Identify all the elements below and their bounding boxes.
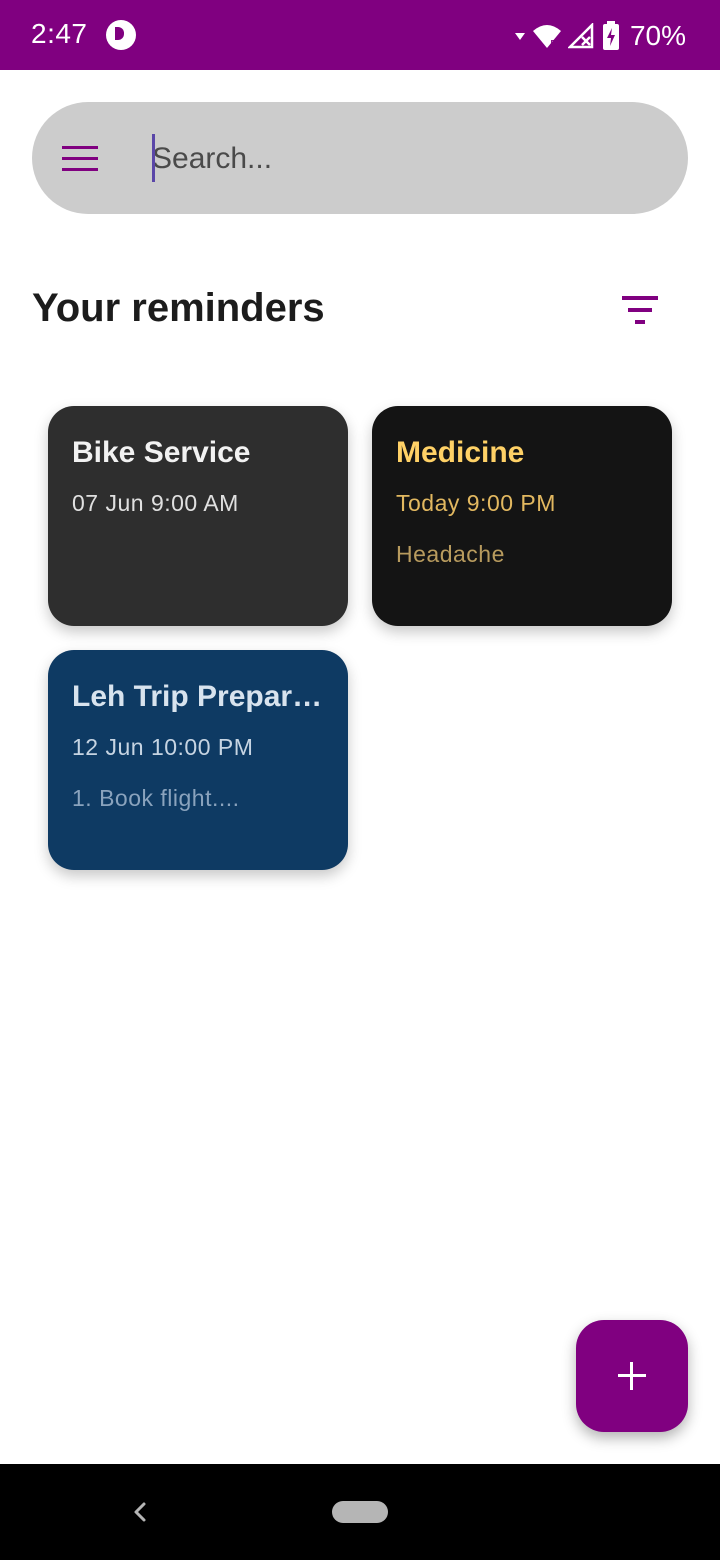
reminder-title: Leh Trip Preparation (72, 680, 324, 713)
app-notification-icon (106, 20, 136, 50)
reminder-note: Headache (396, 541, 505, 567)
reminder-date: Today 9:00 PM (396, 490, 556, 516)
reminder-card-leh-trip[interactable]: Leh Trip Preparation 12 Jun 10:00 PM 1. … (48, 650, 348, 870)
reminder-date: 07 Jun 9:00 AM (72, 490, 239, 516)
svg-text:5: 5 (550, 39, 556, 49)
add-reminder-button[interactable] (576, 1320, 688, 1432)
reminder-card-medicine[interactable]: Medicine Today 9:00 PM Headache (372, 406, 672, 626)
reminder-date: 12 Jun 10:00 PM (72, 734, 254, 760)
wifi-icon: 5 (532, 25, 561, 49)
signal-icon (567, 23, 594, 49)
reminder-note: 1. Book flight.... (72, 785, 240, 811)
status-bar: 2:47 5 70% (0, 0, 720, 70)
search-input[interactable] (152, 134, 652, 184)
search-bar[interactable] (32, 102, 688, 214)
download-arrow-icon (514, 33, 525, 40)
back-icon[interactable] (126, 1494, 156, 1530)
battery-percentage: 70% (629, 20, 686, 51)
status-time: 2:47 (31, 18, 88, 49)
reminder-title: Medicine (396, 436, 525, 469)
system-nav-bar (0, 1464, 720, 1560)
status-icons: 5 70% (514, 18, 686, 54)
menu-icon[interactable] (62, 146, 98, 172)
battery-icon (602, 21, 619, 50)
page-title: Your reminders (32, 286, 325, 330)
reminder-title: Bike Service (72, 436, 251, 469)
filter-icon[interactable] (618, 294, 662, 328)
text-cursor (152, 134, 155, 182)
home-button[interactable] (332, 1501, 388, 1523)
reminder-card-bike-service[interactable]: Bike Service 07 Jun 9:00 AM (48, 406, 348, 626)
